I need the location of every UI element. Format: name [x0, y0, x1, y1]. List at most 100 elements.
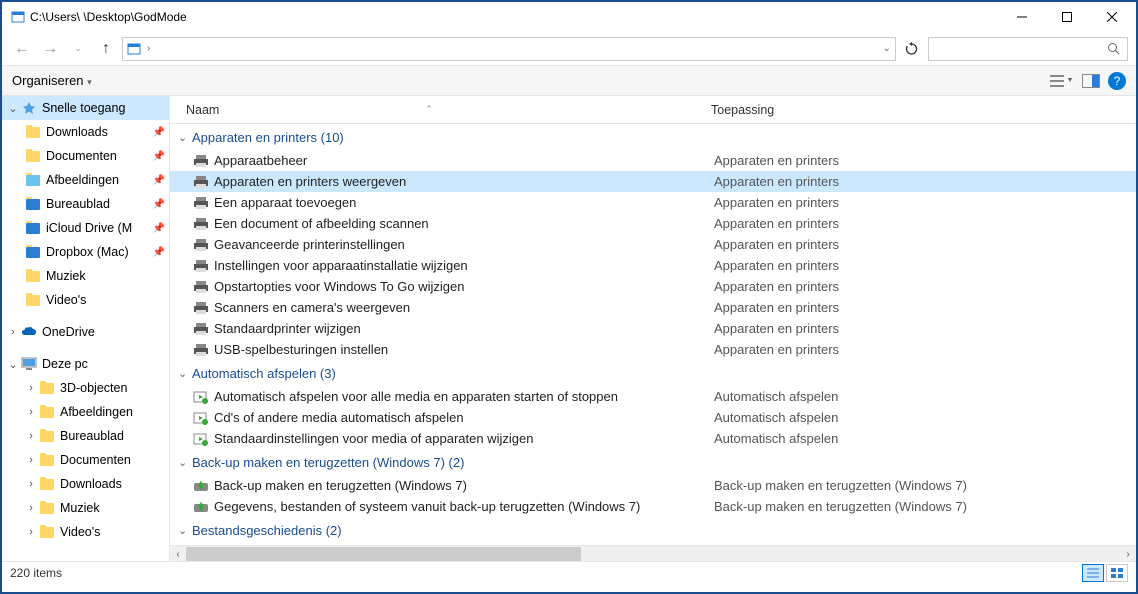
view-options-button[interactable]: [1050, 73, 1074, 89]
back-button[interactable]: ←: [10, 37, 34, 61]
chevron-down-icon[interactable]: ⌄: [178, 456, 192, 469]
item-name: Standaardinstellingen voor media of appa…: [214, 431, 714, 446]
chevron-right-icon[interactable]: ›: [24, 454, 38, 466]
help-button[interactable]: ?: [1108, 72, 1126, 90]
refresh-button[interactable]: [900, 37, 924, 61]
address-icon: [127, 42, 143, 56]
chevron-right-icon[interactable]: ›: [24, 502, 38, 514]
list-item[interactable]: Scanners en camera's weergevenApparaten …: [170, 297, 1136, 318]
items-list[interactable]: ⌄Apparaten en printers (10)Apparaatbehee…: [170, 124, 1136, 545]
list-item[interactable]: Apparaten en printers weergevenApparaten…: [170, 171, 1136, 192]
preview-pane-button[interactable]: [1082, 74, 1100, 88]
list-item[interactable]: Opstartopties voor Windows To Go wijzige…: [170, 276, 1136, 297]
address-dropdown-icon[interactable]: ⌄: [883, 43, 891, 54]
list-item[interactable]: Geavanceerde printerinstellingenApparate…: [170, 234, 1136, 255]
sidebar-item[interactable]: ›Video's: [2, 520, 169, 544]
chevron-down-icon[interactable]: ⌄: [178, 131, 192, 144]
sidebar-item[interactable]: Downloads📌: [2, 120, 169, 144]
list-item[interactable]: Standaardprinter wijzigenApparaten en pr…: [170, 318, 1136, 339]
backup-icon: [192, 478, 210, 494]
list-item[interactable]: Instellingen voor apparaatinstallatie wi…: [170, 255, 1136, 276]
thumbnails-view-button[interactable]: [1106, 564, 1128, 582]
sidebar-item[interactable]: ›Bureaublad: [2, 424, 169, 448]
folder-icon: [38, 524, 56, 540]
scroll-right-icon[interactable]: ›: [1120, 546, 1136, 561]
scroll-left-icon[interactable]: ‹: [170, 546, 186, 561]
list-item[interactable]: Een apparaat toevoegenApparaten en print…: [170, 192, 1136, 213]
chevron-right-icon[interactable]: ›: [24, 478, 38, 490]
minimize-button[interactable]: [999, 3, 1044, 31]
list-item[interactable]: ApparaatbeheerApparaten en printers: [170, 150, 1136, 171]
list-item[interactable]: Back-up maken en terugzetten (Windows 7)…: [170, 475, 1136, 496]
app-icon: [10, 9, 26, 25]
list-item[interactable]: USB-spelbesturingen instellenApparaten e…: [170, 339, 1136, 360]
sidebar-item[interactable]: Afbeeldingen📌: [2, 168, 169, 192]
group-header[interactable]: ⌄Automatisch afspelen (3): [170, 360, 1136, 386]
recent-dropdown[interactable]: ⌄: [66, 37, 90, 61]
forward-button[interactable]: →: [38, 37, 62, 61]
sidebar-item-label: Dropbox (Mac): [46, 245, 129, 259]
sidebar-item[interactable]: Bureaublad📌: [2, 192, 169, 216]
sidebar-item[interactable]: Video's: [2, 288, 169, 312]
chevron-right-icon[interactable]: ›: [24, 430, 38, 442]
sidebar-item-label: Muziek: [46, 269, 86, 283]
item-name: Cd's of andere media automatisch afspele…: [214, 410, 714, 425]
folder-icon: [24, 220, 42, 236]
group-header[interactable]: ⌄Apparaten en printers (10): [170, 124, 1136, 150]
chevron-down-icon[interactable]: ⌄: [178, 367, 192, 380]
breadcrumb-separator[interactable]: ›: [147, 43, 150, 54]
sidebar-quick-access[interactable]: ⌄ Snelle toegang: [2, 96, 169, 120]
folder-icon: [38, 404, 56, 420]
list-item[interactable]: Cd's of andere media automatisch afspele…: [170, 407, 1136, 428]
sidebar-item[interactable]: ›Muziek: [2, 496, 169, 520]
chevron-right-icon[interactable]: ›: [24, 382, 38, 394]
up-button[interactable]: ↑: [94, 37, 118, 61]
chevron-down-icon[interactable]: ⌄: [6, 102, 20, 115]
backup-icon: [192, 499, 210, 515]
close-button[interactable]: [1089, 3, 1134, 31]
sidebar-item[interactable]: ›Documenten: [2, 448, 169, 472]
organize-menu[interactable]: Organiseren ▾: [12, 73, 92, 88]
star-icon: [20, 100, 38, 116]
list-item[interactable]: Gegevens, bestanden of systeem vanuit ba…: [170, 496, 1136, 517]
search-input[interactable]: [928, 37, 1128, 61]
maximize-button[interactable]: [1044, 3, 1089, 31]
horizontal-scrollbar[interactable]: ‹ ›: [170, 545, 1136, 561]
chevron-down-icon[interactable]: ⌄: [6, 358, 20, 371]
group-header[interactable]: ⌄Bestandsgeschiedenis (2): [170, 517, 1136, 543]
column-header-row: Naam ⌃ Toepassing: [170, 96, 1136, 124]
address-bar[interactable]: › ⌄: [122, 37, 896, 61]
sidebar-item[interactable]: Documenten📌: [2, 144, 169, 168]
item-application: Apparaten en printers: [714, 300, 839, 315]
column-header-name[interactable]: Naam ⌃: [186, 103, 711, 117]
sidebar-item[interactable]: iCloud Drive (M📌: [2, 216, 169, 240]
sidebar-item[interactable]: Dropbox (Mac)📌: [2, 240, 169, 264]
chevron-right-icon[interactable]: ›: [24, 406, 38, 418]
chevron-right-icon[interactable]: ›: [24, 526, 38, 538]
scrollbar-thumb[interactable]: [186, 547, 581, 561]
details-view-button[interactable]: [1082, 564, 1104, 582]
printer-icon: [192, 279, 210, 295]
chevron-down-icon[interactable]: ⌄: [178, 524, 192, 537]
column-header-application[interactable]: Toepassing: [711, 103, 1136, 117]
navigation-sidebar[interactable]: ⌄ Snelle toegang Downloads📌Documenten📌Af…: [2, 96, 170, 561]
sidebar-onedrive[interactable]: › OneDrive: [2, 320, 169, 344]
sidebar-item[interactable]: Muziek: [2, 264, 169, 288]
item-application: Apparaten en printers: [714, 153, 839, 168]
group-header[interactable]: ⌄Back-up maken en terugzetten (Windows 7…: [170, 449, 1136, 475]
list-item[interactable]: Een document of afbeelding scannenAppara…: [170, 213, 1136, 234]
sidebar-item-label: Video's: [46, 293, 86, 307]
list-item[interactable]: Standaardinstellingen voor media of appa…: [170, 428, 1136, 449]
item-name: Apparaten en printers weergeven: [214, 174, 714, 189]
chevron-right-icon[interactable]: ›: [6, 326, 20, 338]
sidebar-item-label: Bureaublad: [46, 197, 110, 211]
sidebar-this-pc[interactable]: ⌄ Deze pc: [2, 352, 169, 376]
sidebar-item[interactable]: ›3D-objecten: [2, 376, 169, 400]
printer-icon: [192, 153, 210, 169]
sidebar-item[interactable]: ›Downloads: [2, 472, 169, 496]
sidebar-item[interactable]: ›Afbeeldingen: [2, 400, 169, 424]
folder-icon: [38, 500, 56, 516]
pin-icon: 📌: [153, 127, 165, 138]
folder-icon: [24, 172, 42, 188]
list-item[interactable]: Automatisch afspelen voor alle media en …: [170, 386, 1136, 407]
